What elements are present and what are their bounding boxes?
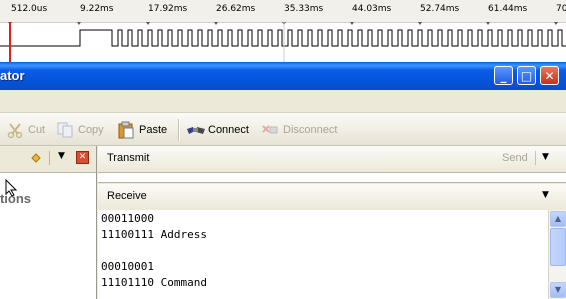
receive-header: Receive ▼ bbox=[98, 184, 566, 211]
paste-icon bbox=[117, 121, 135, 139]
close-button[interactable]: ✕ bbox=[540, 66, 559, 85]
copy-icon bbox=[56, 121, 74, 139]
copy-button[interactable]: Copy bbox=[56, 120, 104, 140]
separator bbox=[49, 151, 50, 165]
disconnect-icon bbox=[261, 121, 279, 139]
cut-button[interactable]: Cut bbox=[6, 120, 45, 140]
send-options-chevron-icon[interactable]: ▼ bbox=[542, 152, 549, 162]
transmit-input[interactable] bbox=[98, 173, 566, 183]
scroll-down-icon[interactable]: ▼ bbox=[550, 282, 566, 298]
transmit-header: Transmit Send ▼ bbox=[98, 146, 566, 173]
minimize-icon: _ bbox=[500, 68, 507, 83]
scroll-up-icon[interactable]: ▲ bbox=[550, 211, 566, 227]
connect-icon bbox=[186, 121, 205, 139]
connect-button[interactable]: Connect bbox=[186, 120, 249, 140]
receive-options-chevron-icon[interactable]: ▼ bbox=[542, 190, 549, 200]
signal-trace bbox=[0, 22, 566, 62]
options-pane: ▼ ✕ otions bbox=[0, 146, 97, 299]
waveform-panel: 512.0us 9.22ms 17.92ms 26.62ms 35.33ms 4… bbox=[0, 0, 566, 62]
toolbar-separator bbox=[178, 119, 180, 141]
scissors-icon bbox=[6, 121, 24, 139]
maximize-button[interactable]: □ bbox=[517, 66, 536, 85]
options-label: otions bbox=[0, 191, 31, 206]
receive-output[interactable]: 00011000 11100111 Address 00010001 11101… bbox=[98, 210, 548, 299]
window-title: ator bbox=[0, 68, 25, 83]
receive-line: 00010001 bbox=[101, 260, 154, 273]
send-button[interactable]: Send bbox=[502, 152, 528, 164]
close-icon: ✕ bbox=[544, 68, 555, 83]
pane-close-button[interactable]: ✕ bbox=[76, 151, 89, 164]
cut-label: Cut bbox=[28, 124, 46, 136]
close-icon: ✕ bbox=[78, 152, 87, 162]
receive-line: 11100111 Address bbox=[101, 228, 207, 241]
copy-label: Copy bbox=[78, 124, 104, 136]
receive-line: 00011000 bbox=[101, 212, 154, 225]
receive-line: 11101110 Command bbox=[101, 276, 207, 289]
title-bar[interactable]: ator _ □ ✕ bbox=[0, 62, 566, 90]
receive-label: Receive bbox=[107, 190, 147, 202]
disconnect-label: Disconnect bbox=[283, 124, 338, 136]
scroll-thumb[interactable] bbox=[550, 228, 566, 266]
receive-scrollbar[interactable]: ▲ ▼ bbox=[548, 210, 566, 299]
chevron-down-icon[interactable]: ▼ bbox=[58, 151, 65, 161]
pin-icon[interactable] bbox=[30, 152, 42, 167]
disconnect-button[interactable]: Disconnect bbox=[261, 120, 337, 140]
separator bbox=[535, 151, 536, 165]
toolbar: Cut Copy Paste Connect Disconnect bbox=[0, 113, 566, 146]
paste-label: Paste bbox=[139, 124, 168, 136]
paste-button[interactable]: Paste bbox=[117, 120, 167, 140]
connect-label: Connect bbox=[208, 124, 249, 136]
options-pane-header: ▼ ✕ bbox=[0, 146, 96, 173]
maximize-icon: □ bbox=[520, 68, 533, 83]
transmit-label: Transmit bbox=[107, 152, 150, 164]
minimize-button[interactable]: _ bbox=[494, 66, 513, 85]
menu-bar bbox=[0, 90, 566, 113]
io-pane: Transmit Send ▼ Receive ▼ 00011000 11100… bbox=[98, 146, 566, 299]
terminal-window: ator _ □ ✕ Cut Copy Paste Connect Discon… bbox=[0, 62, 566, 299]
